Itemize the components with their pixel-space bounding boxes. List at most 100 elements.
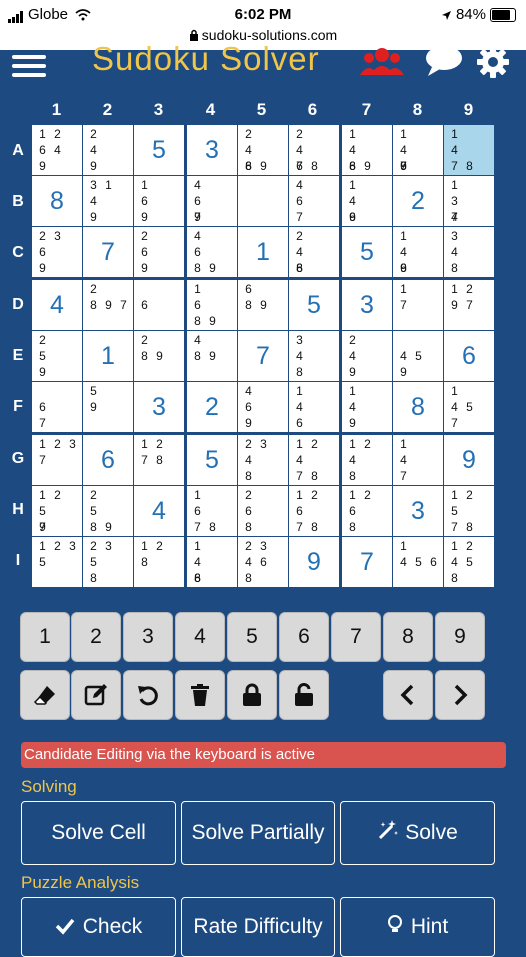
board-cell-B5[interactable] (238, 176, 288, 226)
board-cell-G3[interactable]: 1278 (134, 435, 184, 485)
board-cell-H9[interactable]: 125 78 (444, 486, 494, 536)
number-button-4[interactable]: 4 (175, 612, 225, 662)
board-cell-I1[interactable]: 123 5 (32, 537, 82, 587)
board-cell-F3[interactable]: 3 (134, 382, 184, 432)
menu-icon[interactable] (12, 55, 46, 77)
board-cell-C8[interactable]: 1469 (393, 227, 443, 277)
board-cell-B2[interactable]: 314 9 (83, 176, 133, 226)
board-cell-H8[interactable]: 3 (393, 486, 443, 536)
board-cell-D7[interactable]: 3 (342, 280, 392, 330)
board-cell-I4[interactable]: 1468 (187, 537, 237, 587)
board-cell-E5[interactable]: 7 (238, 331, 288, 381)
board-cell-D9[interactable]: 1297 (444, 280, 494, 330)
board-cell-G9[interactable]: 9 (444, 435, 494, 485)
board-cell-E4[interactable]: 4 89 (187, 331, 237, 381)
board-cell-B8[interactable]: 2 (393, 176, 443, 226)
board-cell-F1[interactable]: 67 (32, 382, 82, 432)
board-cell-B4[interactable]: 4679 (187, 176, 237, 226)
board-cell-C7[interactable]: 5 (342, 227, 392, 277)
board-cell-G2[interactable]: 6 (83, 435, 133, 485)
check-button[interactable]: Check (21, 897, 176, 957)
board-cell-B9[interactable]: 1347 (444, 176, 494, 226)
board-cell-G4[interactable]: 5 (187, 435, 237, 485)
board-cell-E6[interactable]: 3 4 8 (289, 331, 339, 381)
board-cell-I7[interactable]: 7 (342, 537, 392, 587)
number-button-5[interactable]: 5 (227, 612, 277, 662)
board-cell-D5[interactable]: 6 89 (238, 280, 288, 330)
board-cell-D6[interactable]: 5 (289, 280, 339, 330)
board-cell-D4[interactable]: 1689 (187, 280, 237, 330)
board-cell-B6[interactable]: 4 6 7 (289, 176, 339, 226)
board-cell-D3[interactable]: 6 (134, 280, 184, 330)
users-icon[interactable] (360, 45, 404, 77)
board-cell-A6[interactable]: 24678 (289, 125, 339, 175)
board-cell-C2[interactable]: 7 (83, 227, 133, 277)
number-button-8[interactable]: 8 (383, 612, 433, 662)
board-cell-C9[interactable]: 3 4 8 (444, 227, 494, 277)
board-cell-I3[interactable]: 128 (134, 537, 184, 587)
board-cell-F2[interactable]: 59 (83, 382, 133, 432)
board-cell-F8[interactable]: 8 (393, 382, 443, 432)
board-cell-G5[interactable]: 234 8 (238, 435, 288, 485)
edit-button[interactable] (71, 670, 121, 720)
board-cell-E9[interactable]: 6 (444, 331, 494, 381)
board-cell-C4[interactable]: 4 6 89 (187, 227, 237, 277)
board-cell-F9[interactable]: 1 457 (444, 382, 494, 432)
board-cell-G1[interactable]: 123 7 (32, 435, 82, 485)
chat-icon[interactable] (424, 45, 464, 77)
board-cell-A4[interactable]: 3 (187, 125, 237, 175)
board-cell-A3[interactable]: 5 (134, 125, 184, 175)
rate-difficulty-button[interactable]: Rate Difficulty (181, 897, 335, 957)
board-cell-I8[interactable]: 1 456 (393, 537, 443, 587)
solve-partially-button[interactable]: Solve Partially (181, 801, 335, 865)
board-cell-H2[interactable]: 2 5 89 (83, 486, 133, 536)
board-cell-H4[interactable]: 1678 (187, 486, 237, 536)
delete-button[interactable] (175, 670, 225, 720)
hint-button[interactable]: Hint (340, 897, 495, 957)
board-cell-F6[interactable]: 1 4 6 (289, 382, 339, 432)
board-cell-B7[interactable]: 1469 (342, 176, 392, 226)
board-cell-E1[interactable]: 2 5 9 (32, 331, 82, 381)
board-cell-I9[interactable]: 12458 (444, 537, 494, 587)
board-cell-B1[interactable]: 8 (32, 176, 82, 226)
board-cell-I2[interactable]: 235 8 (83, 537, 133, 587)
board-cell-F4[interactable]: 2 (187, 382, 237, 432)
previous-button[interactable] (383, 670, 433, 720)
board-cell-G8[interactable]: 1 4 7 (393, 435, 443, 485)
number-button-3[interactable]: 3 (123, 612, 173, 662)
number-button-6[interactable]: 6 (279, 612, 329, 662)
undo-button[interactable] (123, 670, 173, 720)
solve-cell-button[interactable]: Solve Cell (21, 801, 176, 865)
next-button[interactable] (435, 670, 485, 720)
board-cell-I5[interactable]: 23468 (238, 537, 288, 587)
board-cell-A2[interactable]: 2 4 9 (83, 125, 133, 175)
number-button-1[interactable]: 1 (20, 612, 70, 662)
board-cell-E8[interactable]: 459 (393, 331, 443, 381)
board-cell-E7[interactable]: 2 4 9 (342, 331, 392, 381)
board-cell-B3[interactable]: 1 6 9 (134, 176, 184, 226)
lock-button[interactable] (227, 670, 277, 720)
board-cell-C6[interactable]: 2468 (289, 227, 339, 277)
board-cell-H1[interactable]: 12579 (32, 486, 82, 536)
board-cell-H6[interactable]: 126 78 (289, 486, 339, 536)
number-button-2[interactable]: 2 (71, 612, 121, 662)
unlock-button[interactable] (279, 670, 329, 720)
board-cell-A8[interactable]: 14679 (393, 125, 443, 175)
board-cell-A5[interactable]: 24689 (238, 125, 288, 175)
board-cell-H5[interactable]: 2 6 8 (238, 486, 288, 536)
board-cell-I6[interactable]: 9 (289, 537, 339, 587)
board-cell-A1[interactable]: 12649 (32, 125, 82, 175)
number-button-9[interactable]: 9 (435, 612, 485, 662)
board-cell-C3[interactable]: 2 6 9 (134, 227, 184, 277)
board-cell-D1[interactable]: 4 (32, 280, 82, 330)
gear-icon[interactable] (475, 45, 511, 79)
board-cell-F7[interactable]: 1 4 9 (342, 382, 392, 432)
board-cell-C5[interactable]: 1 (238, 227, 288, 277)
board-cell-G7[interactable]: 124 8 (342, 435, 392, 485)
board-cell-C1[interactable]: 236 9 (32, 227, 82, 277)
board-cell-E3[interactable]: 2 89 (134, 331, 184, 381)
solve-button[interactable]: Solve (340, 801, 495, 865)
board-cell-A9[interactable]: 1 4 78 (444, 125, 494, 175)
number-button-7[interactable]: 7 (331, 612, 381, 662)
board-cell-F5[interactable]: 4 6 9 (238, 382, 288, 432)
